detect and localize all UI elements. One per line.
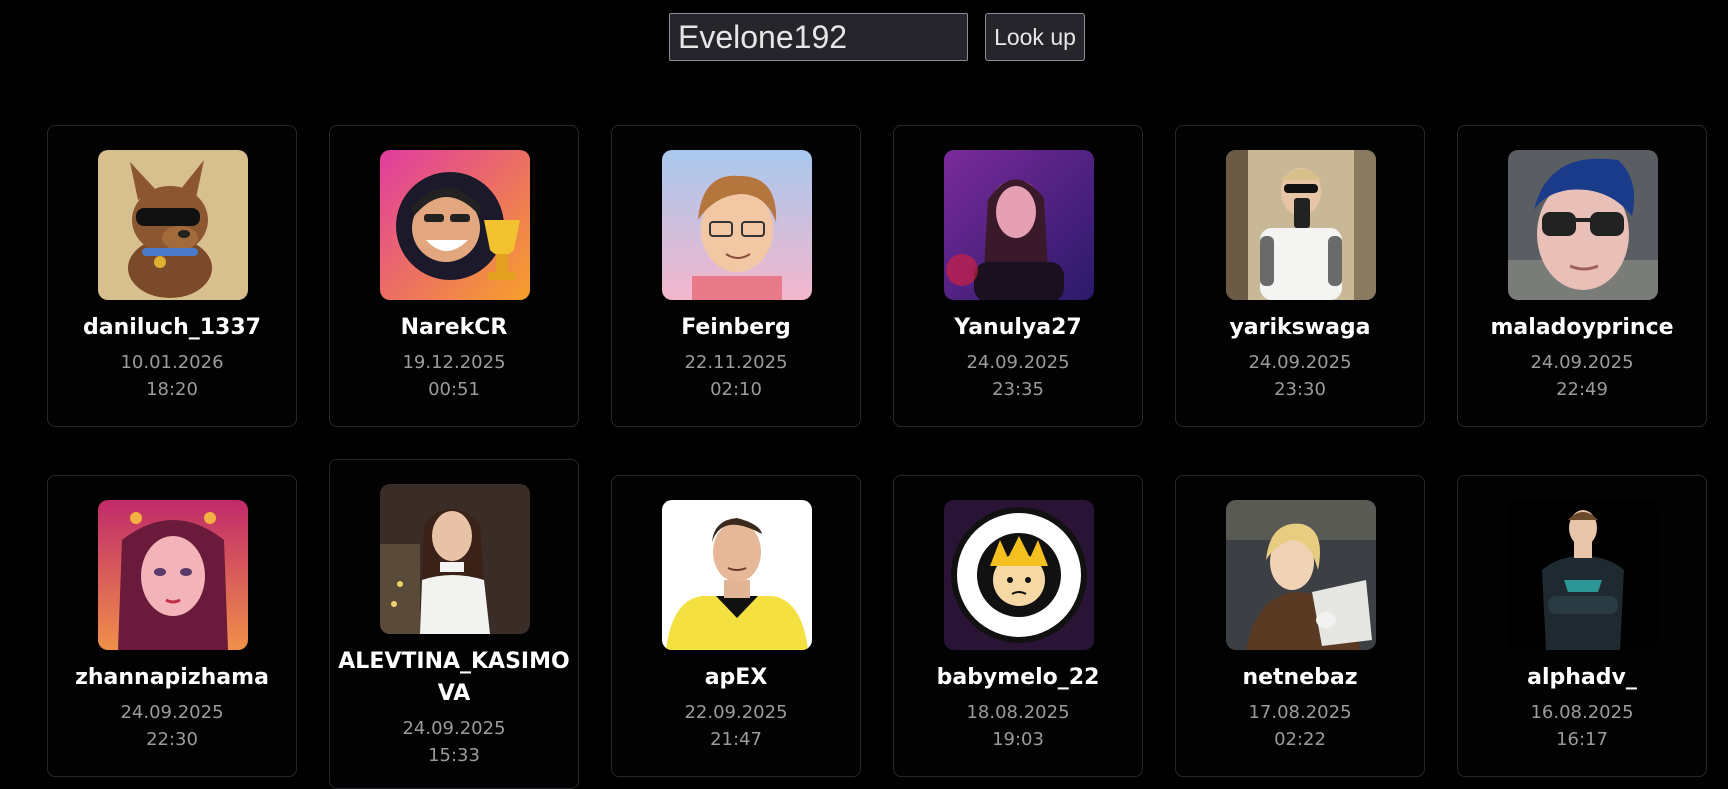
username: Yanulya27 xyxy=(954,315,1082,340)
mirror-selfie-avatar xyxy=(1226,150,1376,300)
username: apEX xyxy=(704,665,768,690)
blue-hair-sunglasses-avatar xyxy=(1508,150,1658,300)
user-card[interactable]: netnebaz 17.08.2025 02:22 xyxy=(1175,475,1425,777)
time: 22:49 xyxy=(1556,379,1608,400)
username: zhannapizhama xyxy=(75,665,269,690)
username: alphadv_ xyxy=(1527,665,1637,690)
cartoon-man-with-trophy-avatar xyxy=(380,150,530,300)
date: 17.08.2025 xyxy=(1248,702,1352,723)
baby-melo-logo-avatar xyxy=(944,500,1094,650)
date: 16.08.2025 xyxy=(1530,702,1634,723)
time: 15:33 xyxy=(428,745,480,766)
user-card[interactable]: babymelo_22 18.08.2025 19:03 xyxy=(893,475,1143,777)
anime-man-reading-avatar xyxy=(1226,500,1376,650)
user-card[interactable]: alphadv_ 16.08.2025 16:17 xyxy=(1457,475,1707,777)
user-card[interactable]: Feinberg 22.11.2025 02:10 xyxy=(611,125,861,427)
date: 24.09.2025 xyxy=(120,702,224,723)
username: ALEVTINA_KASIMOVA xyxy=(338,649,570,706)
username: daniluch_1337 xyxy=(83,315,261,340)
cartoon-boy-with-glasses-avatar xyxy=(662,150,812,300)
time: 16:17 xyxy=(1556,729,1608,750)
anime-girl-pink-avatar xyxy=(98,500,248,650)
user-card[interactable]: NarekCR 19.12.2025 00:51 xyxy=(329,125,579,427)
date: 24.09.2025 xyxy=(966,352,1070,373)
user-card[interactable]: apEX 22.09.2025 21:47 xyxy=(611,475,861,777)
user-card[interactable]: daniluch_1337 10.01.2026 18:20 xyxy=(47,125,297,427)
girl-neon-light-avatar xyxy=(944,150,1094,300)
time: 19:03 xyxy=(992,729,1044,750)
player-dark-jersey-avatar xyxy=(1508,500,1658,650)
girl-white-top-avatar xyxy=(380,484,530,634)
date: 22.09.2025 xyxy=(684,702,788,723)
user-card[interactable]: Yanulya27 24.09.2025 23:35 xyxy=(893,125,1143,427)
time: 23:30 xyxy=(1274,379,1326,400)
username: netnebaz xyxy=(1242,665,1358,690)
user-card[interactable]: ALEVTINA_KASIMOVA 24.09.2025 15:33 xyxy=(329,459,579,789)
username: Feinberg xyxy=(681,315,791,340)
look-up-button[interactable]: Look up xyxy=(985,13,1085,61)
username: babymelo_22 xyxy=(936,665,1100,690)
time: 21:47 xyxy=(710,729,762,750)
user-card[interactable]: maladoyprince 24.09.2025 22:49 xyxy=(1457,125,1707,427)
date: 10.01.2026 xyxy=(120,352,224,373)
time: 02:10 xyxy=(710,379,762,400)
search-bar: Look up xyxy=(0,13,1728,61)
date: 19.12.2025 xyxy=(402,352,506,373)
dog-with-sunglasses-avatar xyxy=(98,150,248,300)
username-search-input[interactable] xyxy=(669,13,968,61)
user-card[interactable]: yarikswaga 24.09.2025 23:30 xyxy=(1175,125,1425,427)
time: 23:35 xyxy=(992,379,1044,400)
player-yellow-jersey-avatar xyxy=(662,500,812,650)
date: 22.11.2025 xyxy=(684,352,788,373)
user-card[interactable]: zhannapizhama 24.09.2025 22:30 xyxy=(47,475,297,777)
time: 22:30 xyxy=(146,729,198,750)
username: maladoyprince xyxy=(1490,315,1674,340)
time: 00:51 xyxy=(428,379,480,400)
username: yarikswaga xyxy=(1229,315,1371,340)
time: 02:22 xyxy=(1274,729,1326,750)
username: NarekCR xyxy=(400,315,508,340)
date: 18.08.2025 xyxy=(966,702,1070,723)
time: 18:20 xyxy=(146,379,198,400)
date: 24.09.2025 xyxy=(1530,352,1634,373)
date: 24.09.2025 xyxy=(402,718,506,739)
date: 24.09.2025 xyxy=(1248,352,1352,373)
